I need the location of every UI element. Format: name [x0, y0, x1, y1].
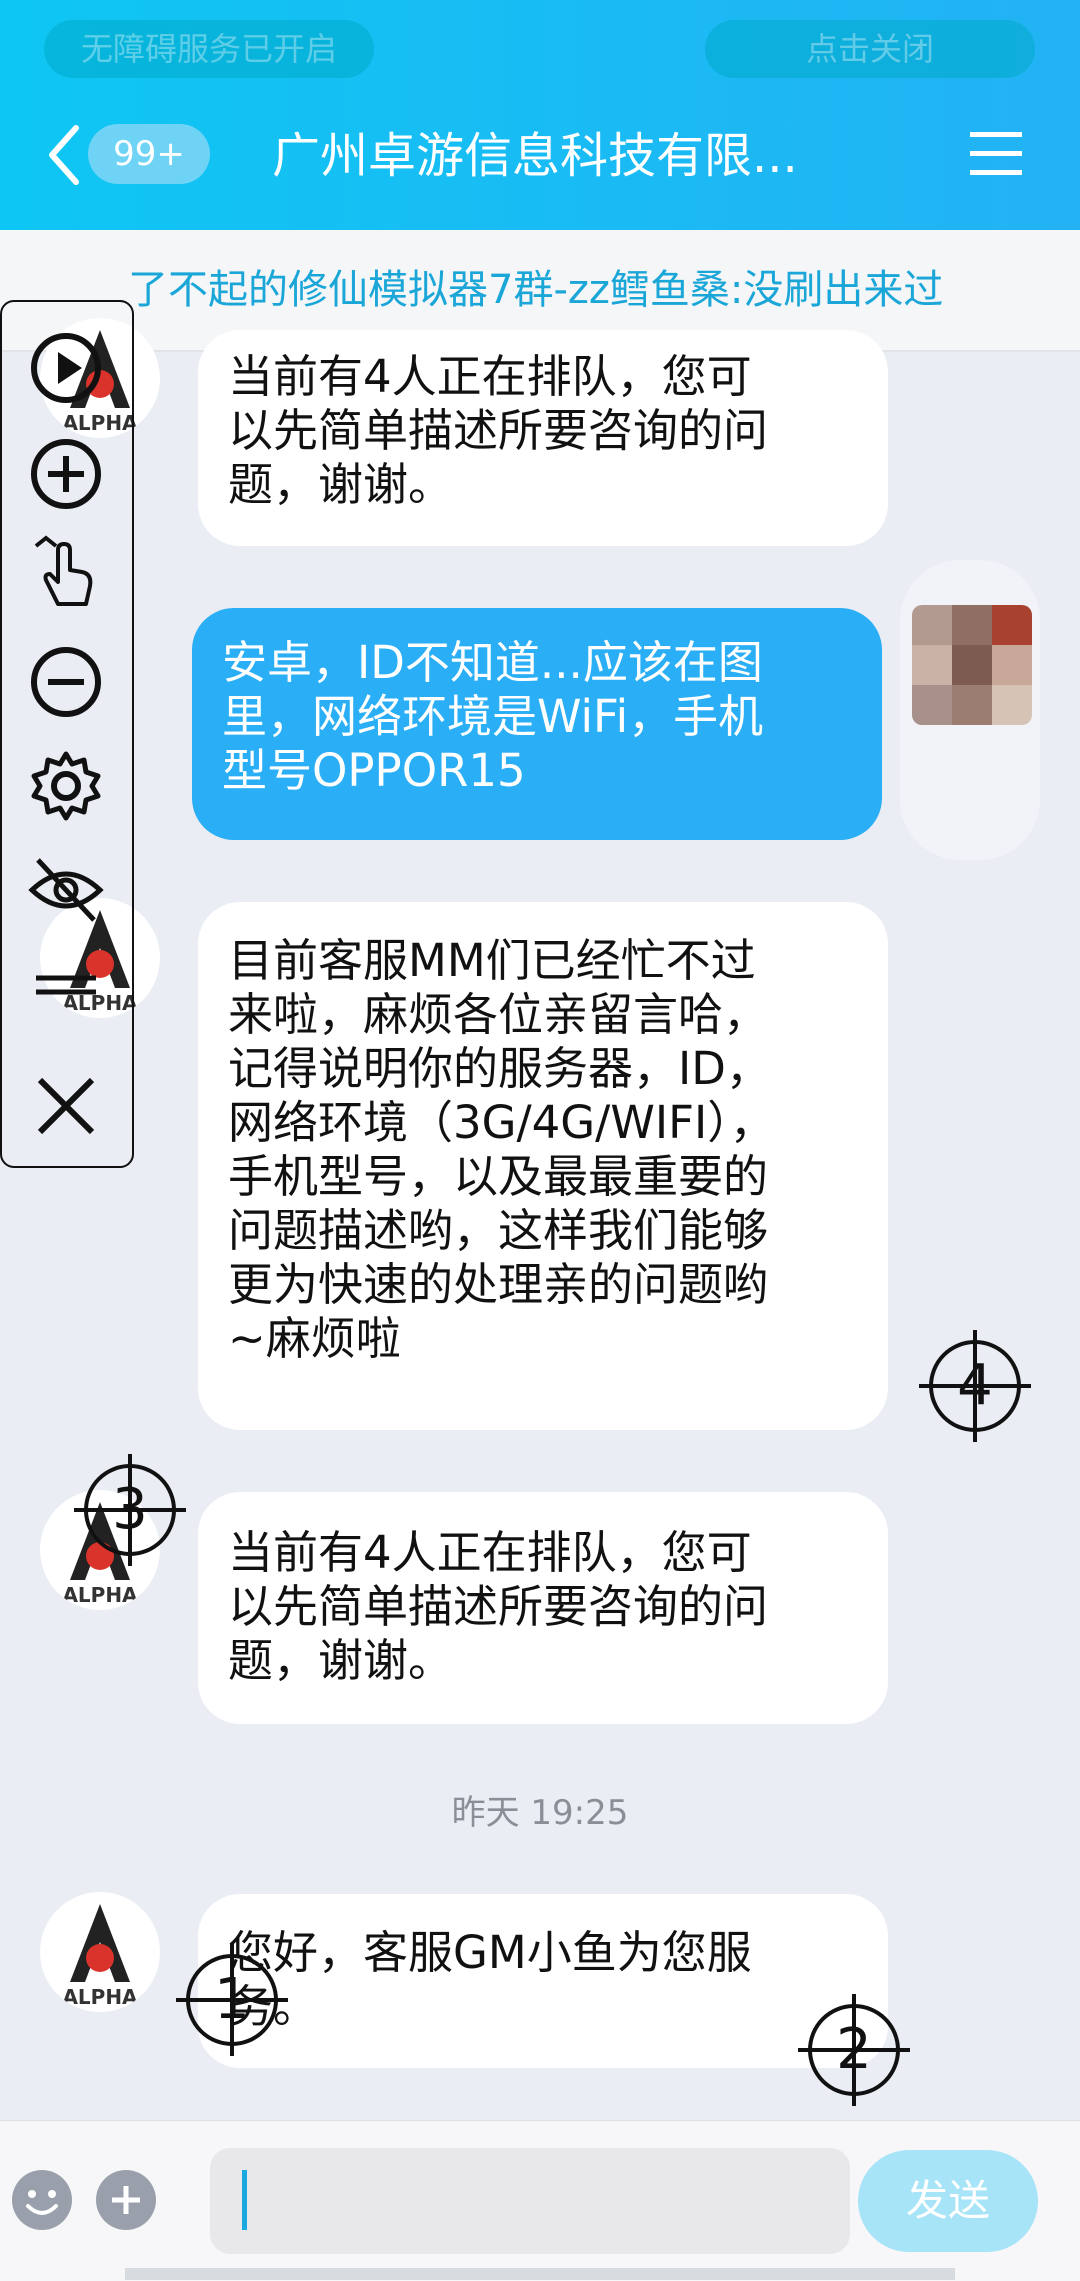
message-line: 题，谢谢。 — [228, 458, 454, 511]
message-line: 里，网络环境是WiFi，手机 — [222, 690, 764, 743]
send-button[interactable]: 发送 — [858, 2150, 1038, 2252]
svg-text:ALPHA: ALPHA — [62, 1583, 138, 1607]
message-line: 手机型号，以及最最重要的 — [228, 1150, 769, 1203]
group-notice-text: 了不起的修仙模拟器7群-zz鳕鱼桑:没刷出来过 — [128, 267, 944, 313]
message-line: 当前有4人正在排队，您可 — [228, 1526, 752, 1579]
message-line: 记得说明你的服务器，ID， — [228, 1042, 771, 1095]
menu-icon[interactable] — [968, 126, 1024, 182]
message-line: 目前客服MM们已经忙不过 — [228, 934, 756, 987]
message-line: 以先简单描述所要咨询的问 — [228, 1580, 769, 1633]
add-attachment-icon[interactable] — [94, 2168, 158, 2232]
message-bubble[interactable]: 当前有4人正在排队，您可 以先简单描述所要咨询的问 题，谢谢。 — [198, 1492, 888, 1724]
message-timestamp: 昨天 19:25 — [451, 1793, 629, 1833]
close-icon[interactable] — [28, 1068, 104, 1144]
user-avatar[interactable] — [912, 605, 1032, 725]
zoom-out-icon[interactable] — [28, 644, 104, 720]
message-line: 问题描述哟，这样我们能够 — [228, 1204, 769, 1257]
settings-icon[interactable] — [28, 748, 104, 824]
message-line: 安卓，ID不知道...应该在图 — [222, 636, 763, 689]
message-bubble[interactable]: 您好，客服GM小鱼为您服 务。 — [198, 1894, 888, 2068]
agent-avatar[interactable]: ALPHA — [40, 1892, 160, 2012]
message-line: 您好，客服GM小鱼为您服 — [228, 1926, 752, 1979]
message-line: ~麻烦啦 — [228, 1312, 401, 1365]
tap-gesture-icon[interactable] — [28, 534, 104, 610]
drag-handle-icon[interactable] — [28, 948, 104, 1024]
accessibility-status-pill: 无障碍服务已开启 — [44, 20, 374, 78]
message-line: 题，谢谢。 — [228, 1634, 454, 1687]
message-line: 以先简单描述所要咨询的问 — [228, 404, 769, 457]
floating-control-panel — [0, 300, 134, 1168]
accessibility-close-button[interactable]: 点击关闭 — [705, 20, 1035, 78]
target-number: 2 — [836, 2017, 872, 2082]
tap-target-2[interactable]: 2 — [794, 1990, 914, 2110]
message-input[interactable] — [210, 2148, 850, 2254]
message-bubble[interactable]: 当前有4人正在排队，您可 以先简单描述所要咨询的问 题，谢谢。 — [198, 330, 888, 546]
message-line: 型号OPPOR15 — [222, 744, 526, 797]
message-line: 来啦，麻烦各位亲留言哈， — [228, 988, 769, 1041]
svg-text:ALPHA: ALPHA — [62, 1985, 138, 2009]
text-cursor — [242, 2170, 247, 2230]
zoom-in-icon[interactable] — [28, 436, 104, 512]
target-number: 1 — [214, 1967, 250, 2032]
alpha-logo-icon: ALPHA — [62, 1904, 138, 2009]
message-line: 当前有4人正在排队，您可 — [228, 350, 752, 403]
message-line: 务。 — [228, 1980, 319, 2033]
unread-count-badge[interactable]: 99+ — [88, 124, 210, 184]
bottom-nav-strip — [125, 2268, 955, 2280]
target-number: 3 — [112, 1477, 148, 1542]
message-bubble[interactable]: 目前客服MM们已经忙不过 来啦，麻烦各位亲留言哈， 记得说明你的服务器，ID， … — [198, 902, 888, 1430]
tap-target-1[interactable]: 1 — [172, 1940, 292, 2060]
message-line: 网络环境（3G/4G/WIFI）， — [228, 1096, 775, 1149]
message-bubble-user[interactable]: 安卓，ID不知道...应该在图 里，网络环境是WiFi，手机 型号OPPOR15 — [192, 608, 882, 840]
chat-title: 广州卓游信息科技有限... — [272, 128, 798, 184]
back-arrow-icon[interactable] — [44, 120, 84, 190]
message-line: 更为快速的处理亲的问题哟 — [228, 1258, 769, 1311]
play-icon[interactable] — [28, 330, 104, 406]
target-number: 4 — [957, 1353, 993, 1418]
chat-header: 无障碍服务已开启 点击关闭 99+ 广州卓游信息科技有限... — [0, 0, 1080, 230]
tap-target-3[interactable]: 3 — [70, 1450, 190, 1570]
pixelated-avatar-icon — [912, 605, 1032, 725]
emoji-icon[interactable] — [10, 2168, 74, 2232]
tap-target-4[interactable]: 4 — [915, 1326, 1035, 1446]
hide-eye-icon[interactable] — [28, 852, 104, 928]
